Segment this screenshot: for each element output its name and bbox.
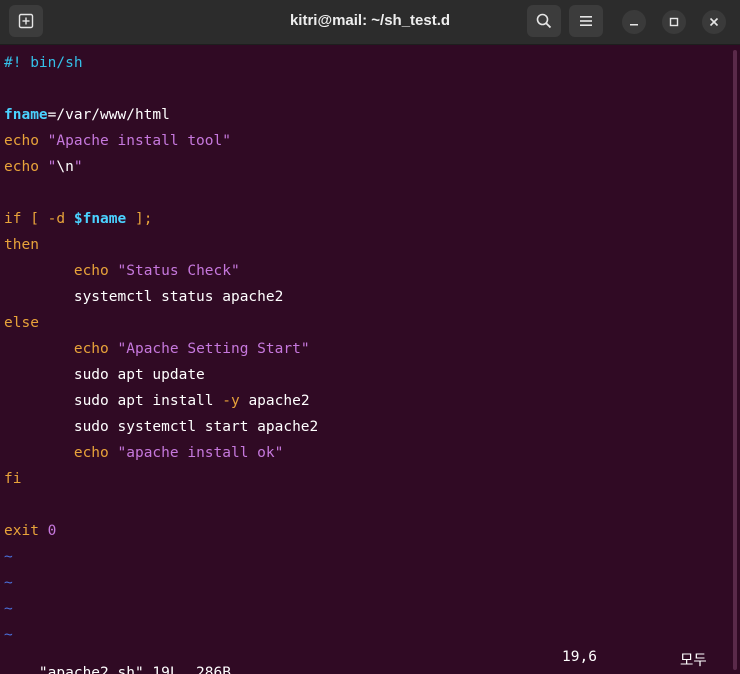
code-token: $fname [73,211,127,227]
code-line: fname=/var/www/html [4,102,730,128]
empty-line-marker: ~ [4,601,13,617]
maximize-button[interactable] [662,10,686,34]
code-token: then [4,237,39,253]
code-token: "Status Check" [117,263,240,279]
code-line: exit 0 [4,518,730,544]
code-token: echo [73,445,109,461]
code-token: apache2 [239,393,310,409]
title-bar: kitri@mail: ~/sh_test.d [0,0,740,45]
maximize-icon [669,17,679,27]
code-token: [ -d [30,211,66,227]
menu-button[interactable] [569,5,603,37]
code-token: sudo systemctl start apache2 [4,419,319,435]
view-position: 모두 [680,653,707,669]
code-line: echo "Apache install tool" [4,128,730,154]
code-line: ~ [4,544,730,570]
file-info: "apache2.sh" 19L, 286B [38,665,231,674]
code-token: ]; [134,211,153,227]
minimize-icon [630,24,638,26]
vim-status-line: "apache2.sh" 19L, 286B 19,6 모두 [4,649,734,674]
code-line: else [4,310,730,336]
code-token: "apache install ok" [117,445,284,461]
empty-line-marker: ~ [4,575,13,591]
window-title: kitri@mail: ~/sh_test.d [289,12,451,29]
code-line: ~ [4,570,730,596]
code-line: sudo apt update [4,362,730,388]
code-line: ~ [4,622,730,648]
code-line: echo "apache install ok" [4,440,730,466]
code-token: =/var/www/html [47,107,170,123]
code-line: sudo systemctl start apache2 [4,414,730,440]
empty-line-marker: ~ [4,627,13,643]
cursor-position: 19,6 [562,649,597,665]
code-token: echo [73,263,109,279]
code-line: echo "Apache Setting Start" [4,336,730,362]
code-token: fname [4,107,48,123]
code-token: echo [4,133,39,149]
code-line: fi [4,466,730,492]
new-tab-button[interactable] [9,5,43,37]
code-line: #! bin/sh [4,50,730,76]
new-tab-icon [18,13,34,29]
code-line: echo "\n" [4,154,730,180]
code-token: echo [73,341,109,357]
code-line: if [ -d $fname ]; [4,206,730,232]
code-token: "Apache Setting Start" [117,341,310,357]
scrollbar[interactable] [733,50,737,670]
search-icon [536,13,552,29]
empty-line-marker: ~ [4,549,13,565]
code-line: ~ [4,596,730,622]
code-line: then [4,232,730,258]
close-button[interactable] [702,10,726,34]
code-token: "Apache install tool" [47,133,231,149]
hamburger-menu-icon [580,16,592,26]
code-token: \n [56,159,74,175]
code-token: -y [222,393,240,409]
code-token: echo [4,159,39,175]
code-line: echo "Status Check" [4,258,730,284]
code-token: else [4,315,39,331]
code-token: " [73,159,83,175]
search-button[interactable] [527,5,561,37]
minimize-button[interactable] [622,10,646,34]
code-token: exit [4,523,39,539]
code-token: if [4,211,22,227]
code-token: fi [4,471,22,487]
code-token: #! bin/sh [4,55,83,71]
code-line: systemctl status apache2 [4,284,730,310]
code-token: sudo apt install [4,393,223,409]
vim-editor-buffer[interactable]: #! bin/sh fname=/var/www/html echo "Apache… [4,50,730,648]
code-token: systemctl status apache2 [4,289,284,305]
code-token: 0 [47,523,57,539]
close-icon [709,17,719,27]
code-line: sudo apt install -y apache2 [4,388,730,414]
code-token: sudo apt update [4,367,205,383]
terminal-window: kitri@mail: ~/sh_test.d #! bin/sh fname=… [0,0,740,674]
